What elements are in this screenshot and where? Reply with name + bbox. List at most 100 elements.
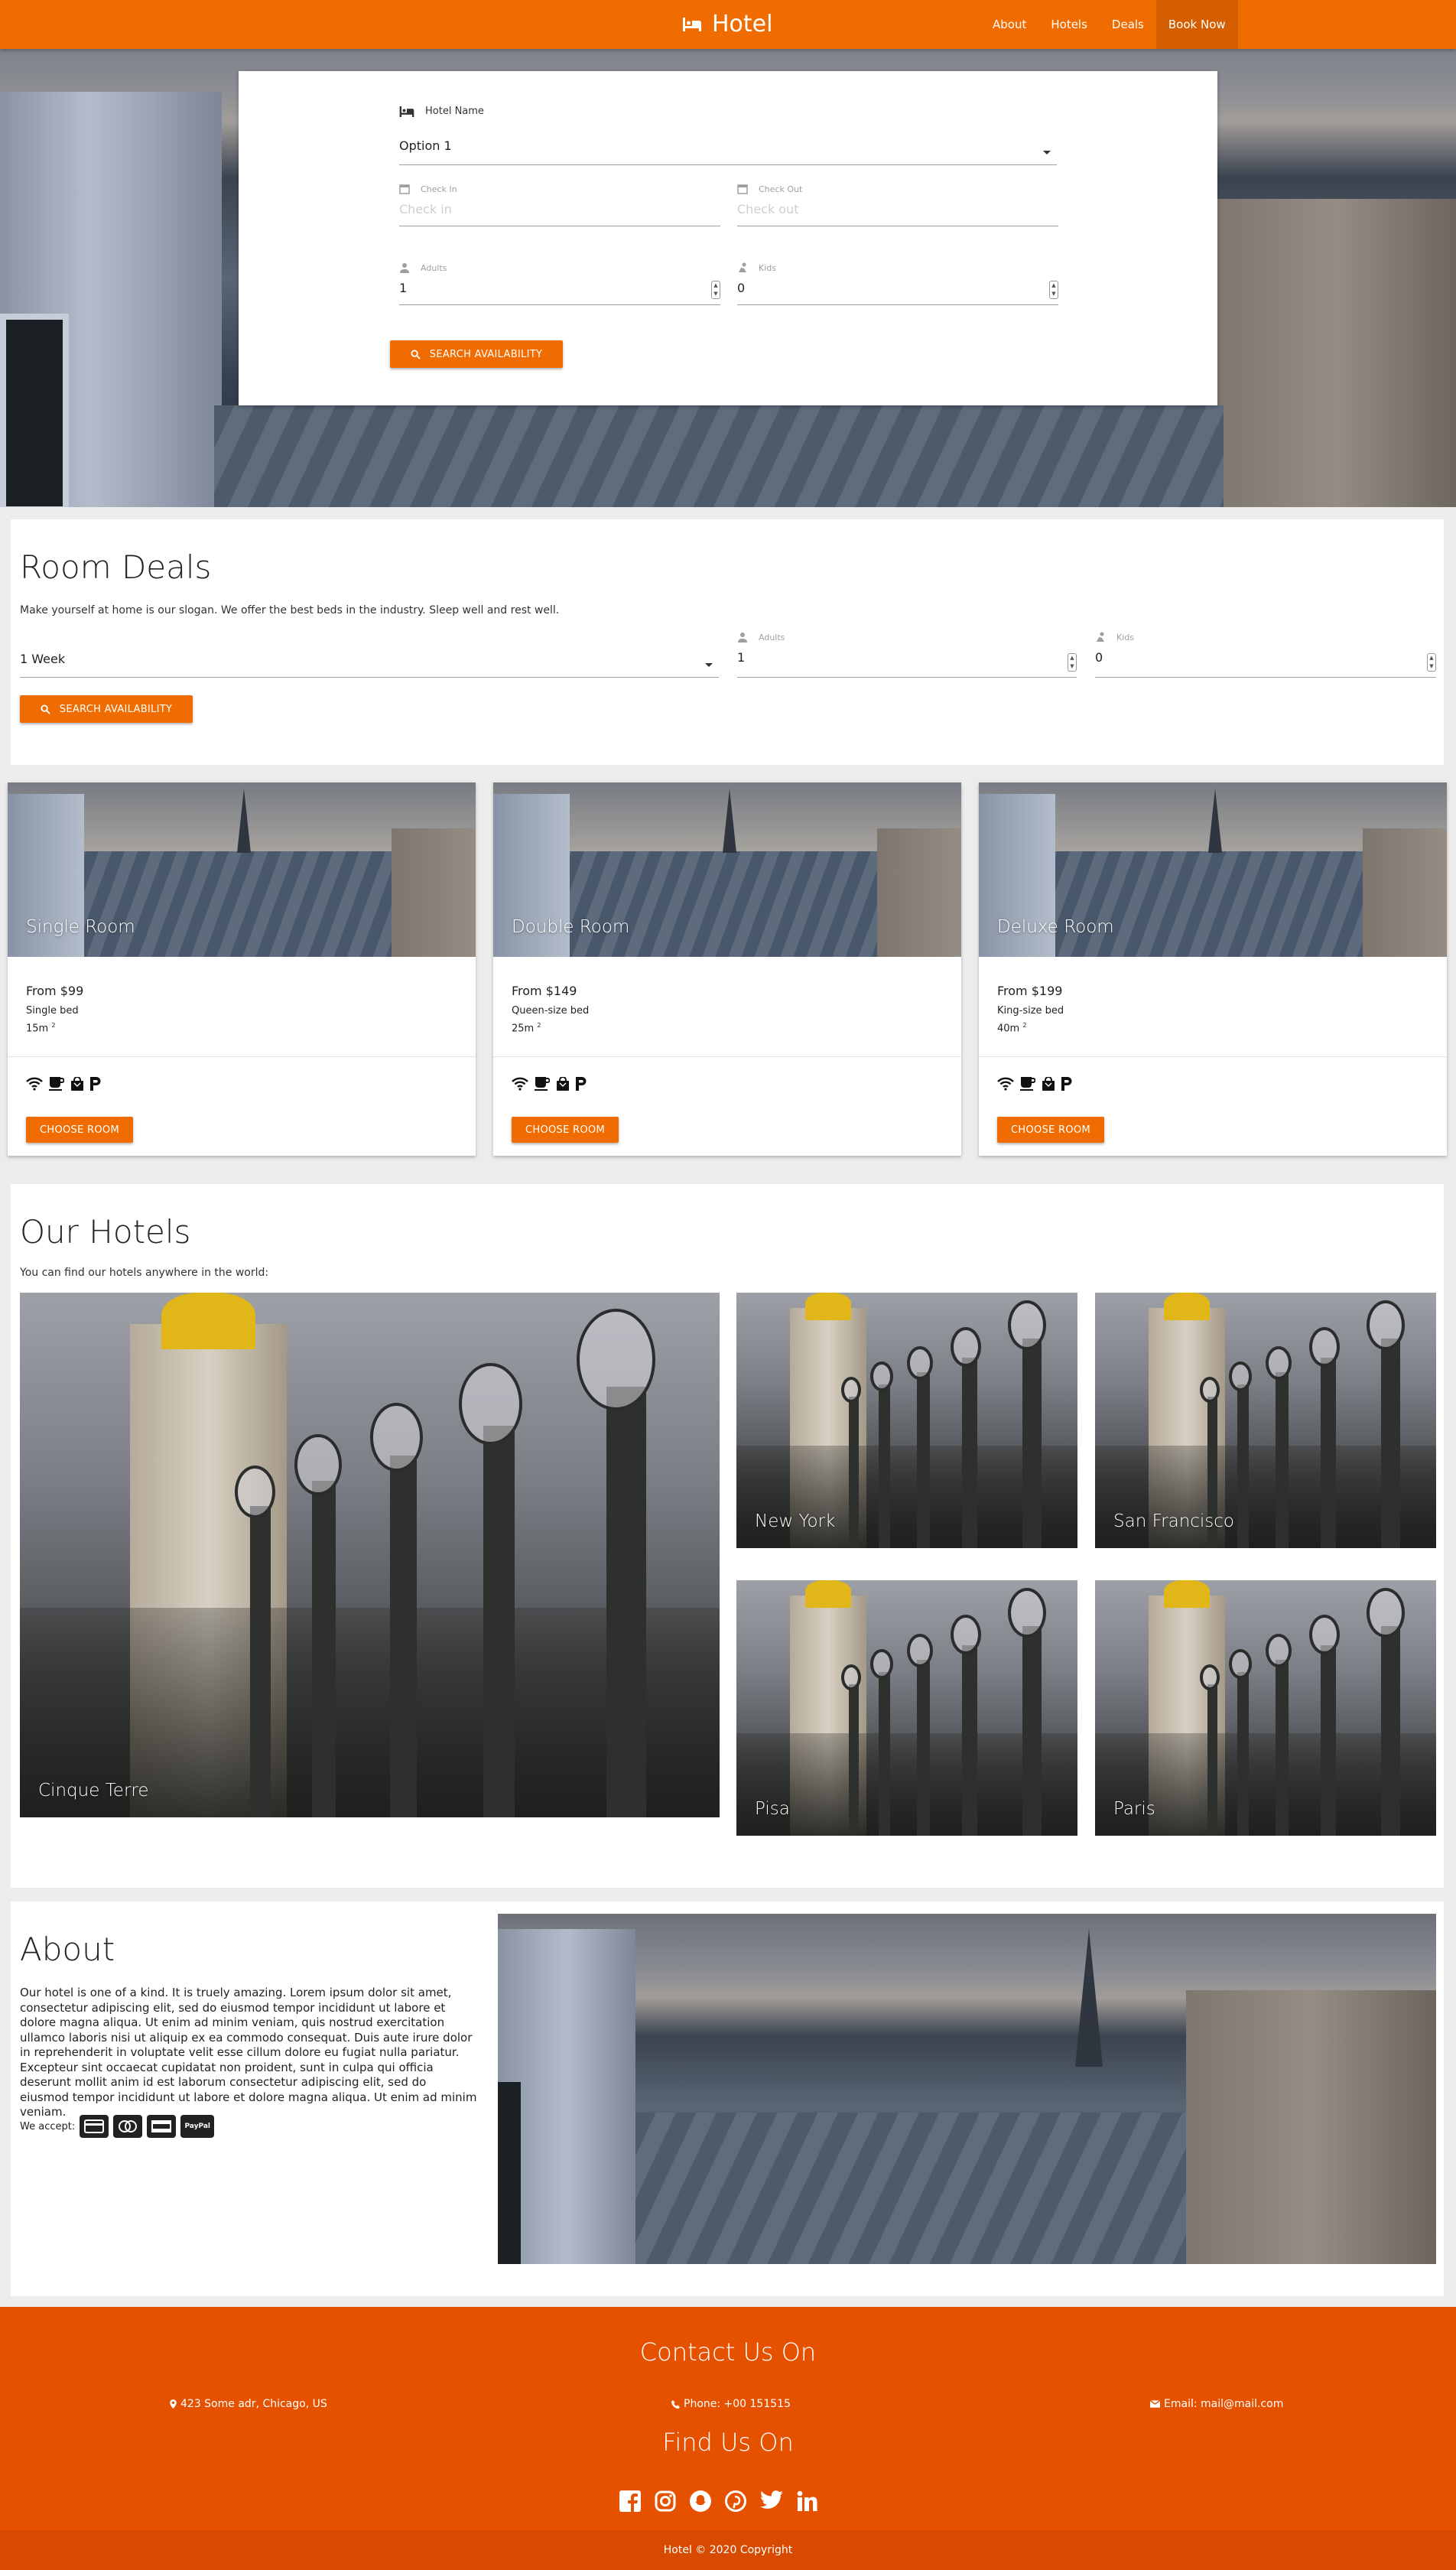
room-price: From $99 (26, 984, 84, 998)
about-image (498, 1914, 1436, 2264)
hotel-card-san-francisco[interactable]: San Francisco (1095, 1293, 1436, 1548)
choose-room-label: Choose room (40, 1124, 119, 1136)
search-icon (411, 349, 421, 359)
duration-value: 1 Week (20, 652, 66, 666)
room-card-deluxe-room: Deluxe Room From $199 King-size bed 40m 2 Ch… (979, 782, 1447, 1156)
email-text: Email: mail@mail.com (1164, 2398, 1284, 2410)
paypal-text: PayPal (184, 2123, 210, 2130)
room-size-value: 25m (512, 1023, 535, 1035)
kids-spinner[interactable]: ▲ ▼ (1049, 281, 1058, 299)
linkedin-icon[interactable] (797, 2490, 818, 2512)
hotel-name-select[interactable]: Hotel Name Option 1 (399, 106, 1057, 165)
room-deals-subtitle: Make yourself at home is our slogan. We … (20, 604, 560, 616)
address-text: 423 Some adr, Chicago, US (180, 2398, 327, 2410)
nav-link-about[interactable]: About (980, 0, 1038, 49)
kids-label: Kids (759, 262, 776, 273)
wifi-icon (512, 1077, 528, 1091)
adults-label: Adults (421, 262, 447, 273)
room-card-double-room: Double Room From $149 Queen-size bed 25m 2 C… (493, 782, 961, 1156)
footer: Contact Us On 423 Some adr, Chicago, US … (0, 2307, 1456, 2530)
hotel-name-label: Hotel Name (425, 106, 484, 117)
parking-icon (576, 1077, 587, 1091)
twitter-icon[interactable] (760, 2490, 783, 2510)
chevron-down-icon (705, 663, 713, 667)
kids-stepper[interactable]: Kids 0 ▲ ▼ (737, 262, 1058, 305)
deals-kids-stepper[interactable]: Kids 0 ▲ ▼ (1095, 632, 1436, 678)
nav-link-deals[interactable]: Deals (1100, 0, 1156, 49)
room-amenities (997, 1077, 1072, 1091)
coffee-icon (535, 1077, 550, 1091)
calendar-icon (737, 184, 748, 194)
hotel-card-cinque-terre[interactable]: Cinque Terre (20, 1293, 720, 1817)
choose-room-label: Choose room (1011, 1124, 1090, 1136)
paypal-icon: PayPal (180, 2115, 215, 2138)
choose-room-button[interactable]: Choose room (512, 1117, 619, 1143)
room-image: Single Room (8, 782, 476, 957)
room-card-single-room: Single Room From $99 Single bed 15m 2 Choose… (8, 782, 476, 1156)
hotel-card-paris[interactable]: Paris (1095, 1580, 1436, 1836)
room-title: Single Room (26, 917, 135, 937)
map-marker-icon (170, 2399, 177, 2409)
deals-adults-value: 1 (737, 650, 746, 665)
about-title: About (20, 1931, 115, 1968)
person-icon (400, 263, 409, 273)
room-deals-title: Room Deals (20, 548, 212, 586)
wifi-icon (26, 1077, 43, 1091)
room-image: Double Room (493, 782, 961, 957)
deals-adults-spinner[interactable]: ▲ ▼ (1068, 653, 1077, 672)
brand-name: Hotel (712, 11, 773, 37)
pinterest-icon[interactable] (725, 2490, 746, 2512)
room-size: 40m 2 (997, 1022, 1027, 1035)
duration-select[interactable]: 1 Week (20, 644, 719, 678)
nav-link-book-now[interactable]: Book Now (1155, 0, 1238, 49)
contact-title: Contact Us On (639, 2337, 817, 2367)
hotel-name-value: Option 1 (399, 138, 452, 153)
room-title: Deluxe Room (997, 917, 1114, 937)
room-image: Deluxe Room (979, 782, 1447, 957)
deals-kids-value: 0 (1095, 650, 1103, 665)
calendar-icon (399, 184, 410, 194)
check-out-placeholder: Check out (737, 202, 799, 216)
deals-adults-stepper[interactable]: Adults 1 ▲ ▼ (737, 632, 1077, 678)
brand-logo[interactable]: Hotel (683, 11, 772, 37)
copyright-text: Hotel © 2020 Copyright (663, 2544, 793, 2556)
room-title: Double Room (512, 917, 630, 937)
deals-search-availability-button[interactable]: Search availability (20, 695, 193, 723)
top-navbar: Hotel About Hotels Deals Book Now (0, 0, 1456, 49)
hotel-card-pisa[interactable]: Pisa (736, 1580, 1077, 1836)
check-in-placeholder: Check in (399, 202, 452, 216)
nav-link-hotels[interactable]: Hotels (1038, 0, 1100, 49)
check-in-field[interactable]: Check In Check in (399, 184, 720, 226)
adults-spinner[interactable]: ▲ ▼ (711, 281, 720, 299)
adults-stepper[interactable]: Adults 1 ▲ ▼ (399, 262, 720, 305)
facebook-icon[interactable] (619, 2490, 641, 2512)
hotel-city-name: Paris (1113, 1799, 1155, 1819)
about-text: Our hotel is one of a kind. It is truely… (20, 1986, 477, 2119)
choose-room-button[interactable]: Choose room (997, 1117, 1104, 1143)
email[interactable]: Email: mail@mail.com (1150, 2398, 1283, 2410)
snapchat-icon[interactable] (690, 2490, 711, 2512)
room-size-value: 40m (997, 1023, 1020, 1035)
parking-icon (90, 1077, 101, 1091)
wifi-icon (997, 1077, 1014, 1091)
coffee-icon (1020, 1077, 1035, 1091)
hotel-city-name: Pisa (755, 1799, 790, 1819)
social-links (619, 2490, 818, 2512)
choose-room-button[interactable]: Choose room (26, 1117, 133, 1143)
child-icon (739, 262, 746, 272)
hotel-card-new-york[interactable]: New York (736, 1293, 1077, 1548)
instagram-icon[interactable] (655, 2490, 676, 2512)
phone-text: Phone: +00 151515 (684, 2398, 791, 2410)
check-out-field[interactable]: Check Out Check out (737, 184, 1058, 226)
room-price: From $149 (512, 984, 577, 998)
room-bed: Queen-size bed (512, 1005, 590, 1017)
search-availability-button[interactable]: Search availability (390, 340, 563, 368)
room-size: 25m 2 (512, 1022, 541, 1035)
credit-card-icon (80, 2115, 109, 2138)
deals-kids-spinner[interactable]: ▲ ▼ (1427, 653, 1436, 672)
nav-links: About Hotels Deals Book Now (980, 0, 1238, 49)
room-size: 15m 2 (26, 1022, 56, 1035)
hero-rooftops (214, 405, 1224, 507)
check-in-label: Check In (421, 184, 457, 194)
payment-methods: We accept: PayPal (20, 2115, 215, 2138)
